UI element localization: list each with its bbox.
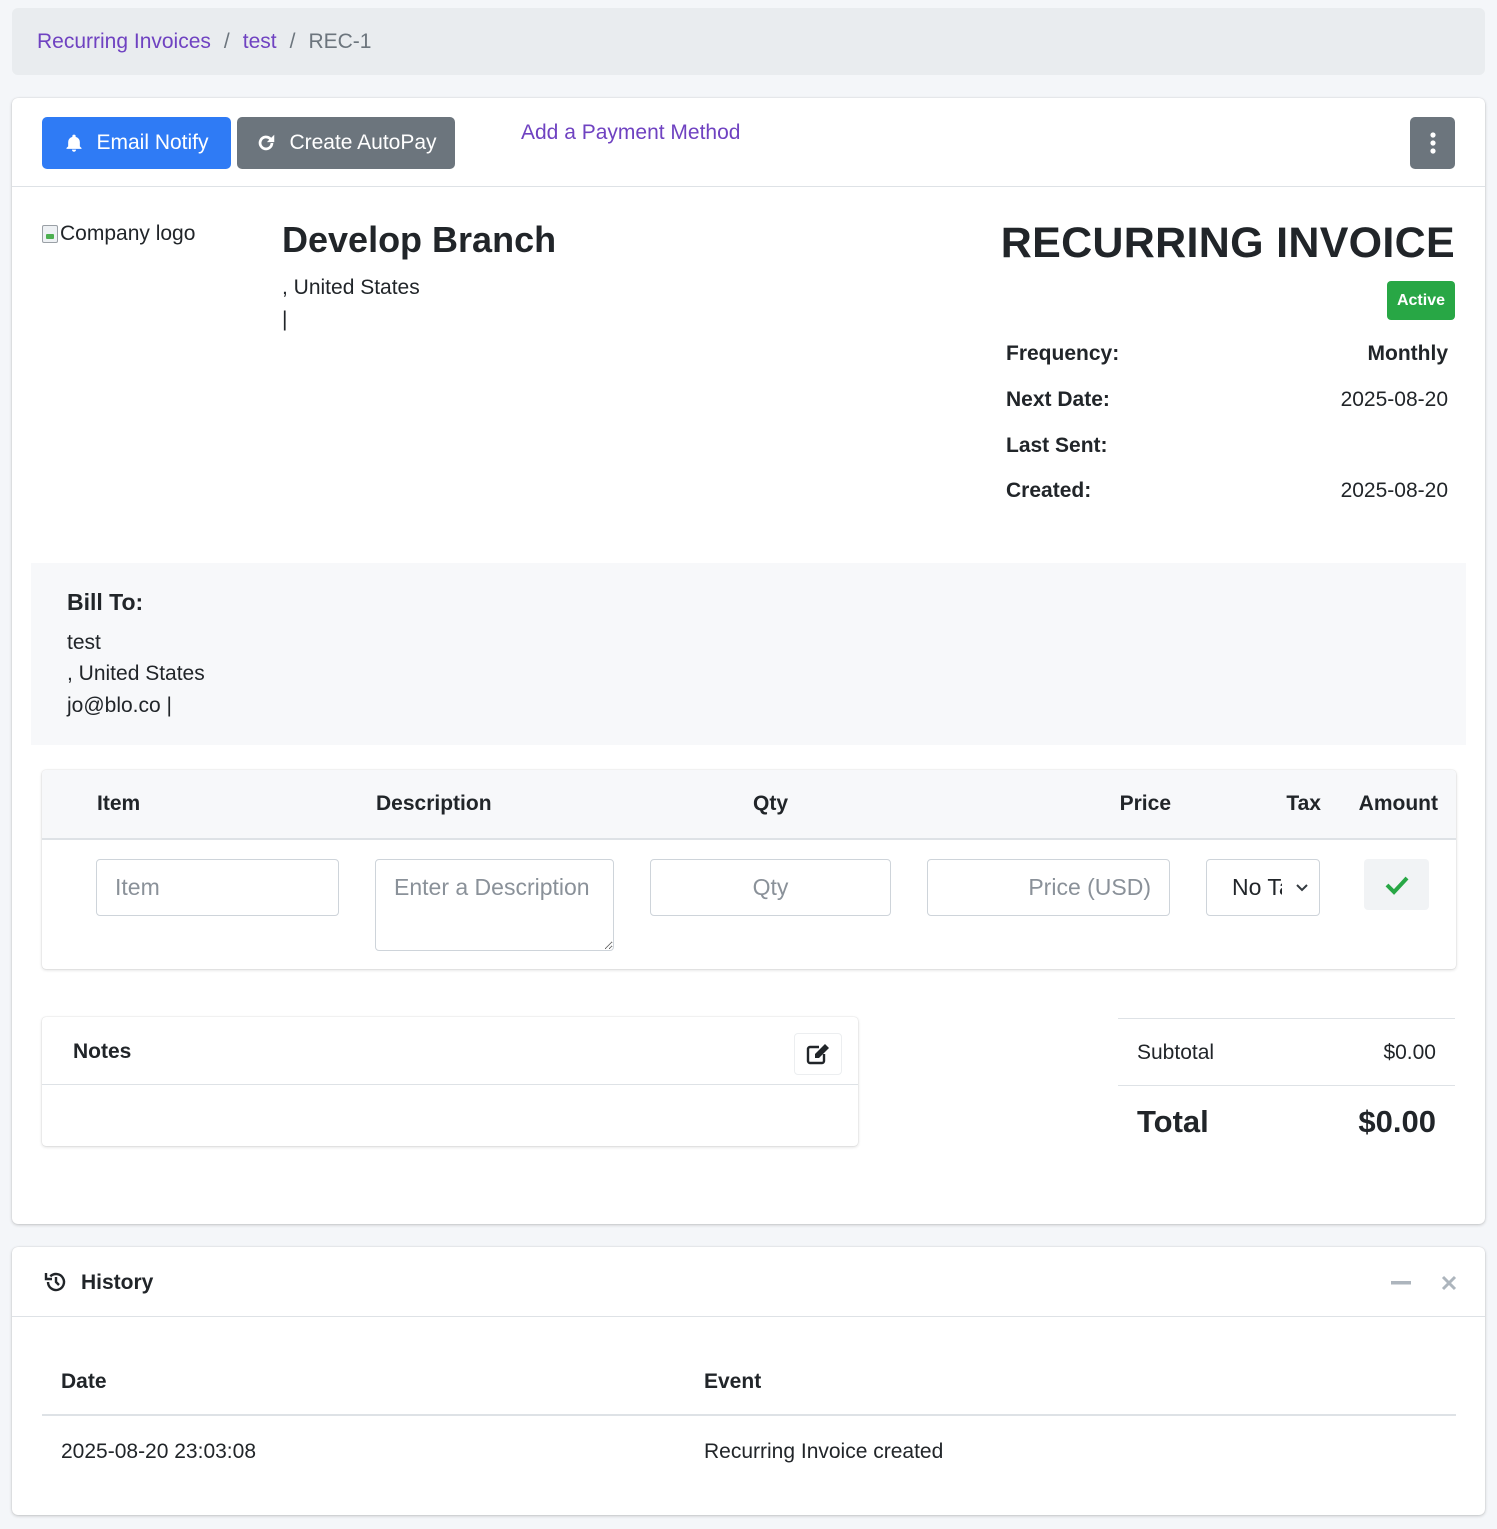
edit-icon: [806, 1044, 829, 1065]
meta-last-sent: Last Sent:: [1006, 434, 1448, 458]
refresh-icon: [259, 134, 275, 151]
subtotal-value: $0.00: [1383, 1041, 1436, 1064]
bill-to-heading: Bill To:: [67, 589, 144, 615]
email-notify-button[interactable]: Email Notify: [42, 117, 231, 169]
column-header-item: Item: [97, 792, 141, 815]
price-input[interactable]: [927, 859, 1170, 916]
breadcrumb: Recurring Invoices / test / REC-1: [12, 8, 1485, 75]
invoice-toolbar: Email Notify Create AutoPay Add a Paymen…: [12, 98, 1485, 187]
edit-notes-button[interactable]: [794, 1033, 842, 1075]
total-label: Total: [1137, 1104, 1209, 1139]
breadcrumb-separator: /: [223, 29, 230, 53]
column-header-price: Price: [1119, 792, 1171, 815]
column-header-tax: Tax: [1286, 792, 1321, 815]
invoice-card: Email Notify Create AutoPay Add a Paymen…: [12, 98, 1485, 1224]
bill-to-name: test: [67, 631, 101, 654]
column-header-event: Event: [704, 1370, 762, 1393]
company-logo-alt: Company logo: [60, 222, 196, 245]
company-logo: Company logo: [42, 222, 195, 246]
history-icon: [44, 1272, 66, 1292]
notes-card: Notes: [42, 1017, 858, 1146]
save-item-button[interactable]: [1364, 859, 1429, 910]
notes-title: Notes: [73, 1040, 132, 1063]
minus-icon: [1391, 1281, 1411, 1285]
bell-icon: [66, 134, 82, 152]
meta-value: 2025-08-20: [1340, 479, 1448, 502]
meta-value: 2025-08-20: [1340, 388, 1448, 411]
collapse-button[interactable]: [1387, 1269, 1415, 1297]
total-value: $0.00: [1358, 1104, 1436, 1139]
close-button[interactable]: [1435, 1269, 1463, 1297]
breadcrumb-separator: /: [289, 29, 296, 53]
notes-header: Notes: [42, 1017, 858, 1085]
status-badge: Active: [1386, 281, 1455, 320]
bill-to-contact: jo@blo.co |: [67, 694, 172, 717]
meta-frequency: Frequency: Monthly: [1006, 342, 1448, 366]
breadcrumb-link-client[interactable]: test: [243, 30, 277, 54]
history-header: History: [12, 1247, 1485, 1317]
email-notify-label: Email Notify: [96, 131, 209, 154]
meta-next-date: Next Date: 2025-08-20: [1006, 388, 1448, 412]
breadcrumb-link-recurring-invoices[interactable]: Recurring Invoices: [37, 30, 211, 54]
total-row: Total $0.00: [1118, 1104, 1455, 1140]
company-name: Develop Branch: [282, 219, 557, 260]
subtotal-label: Subtotal: [1137, 1041, 1215, 1064]
broken-image-icon: [42, 225, 58, 243]
meta-label: Next Date:: [1006, 388, 1110, 411]
history-event: Recurring Invoice created: [704, 1440, 944, 1463]
column-header-amount: Amount: [1358, 792, 1438, 815]
divider: [1118, 1018, 1455, 1019]
divider: [42, 1414, 1456, 1416]
line-items-table: Item Description Qty Price Tax Amount No…: [42, 770, 1456, 969]
create-autopay-label: Create AutoPay: [289, 131, 437, 154]
invoice-title: RECURRING INVOICE: [1000, 219, 1455, 267]
bill-to-section: Bill To: test , United States jo@blo.co …: [31, 563, 1466, 745]
company-contact: |: [282, 308, 288, 331]
history-date: 2025-08-20 23:03:08: [61, 1440, 256, 1463]
check-icon: [1385, 876, 1408, 895]
column-header-date: Date: [61, 1370, 107, 1393]
vertical-ellipsis-icon: [1429, 132, 1436, 154]
divider: [1118, 1085, 1455, 1086]
add-payment-method-link[interactable]: Add a Payment Method: [521, 121, 740, 145]
create-autopay-button[interactable]: Create AutoPay: [237, 117, 455, 169]
meta-value: Monthly: [1367, 342, 1448, 365]
table-header: Item Description Qty Price Tax Amount: [42, 770, 1456, 840]
column-header-qty: Qty: [753, 792, 789, 815]
close-icon: [1441, 1275, 1457, 1291]
meta-label: Last Sent:: [1006, 434, 1108, 457]
meta-label: Frequency:: [1006, 342, 1120, 365]
qty-input[interactable]: [650, 859, 891, 916]
history-title: History: [81, 1271, 154, 1294]
chevron-down-icon: [1296, 883, 1308, 891]
meta-created: Created: 2025-08-20: [1006, 479, 1448, 503]
tax-select-value: No Tax: [1232, 874, 1282, 900]
description-input[interactable]: [375, 859, 614, 951]
subtotal-row: Subtotal $0.00: [1118, 1041, 1455, 1065]
item-input[interactable]: [96, 859, 339, 916]
breadcrumb-current: REC-1: [308, 29, 372, 53]
column-header-description: Description: [376, 792, 492, 815]
company-address: , United States: [282, 276, 420, 299]
bill-to-address: , United States: [67, 662, 205, 685]
meta-label: Created:: [1006, 479, 1092, 502]
history-card: History Date Event 2025-08-20 23:03:08 R…: [12, 1247, 1485, 1515]
tax-select[interactable]: No Tax: [1206, 859, 1320, 916]
more-options-button[interactable]: [1410, 117, 1455, 169]
